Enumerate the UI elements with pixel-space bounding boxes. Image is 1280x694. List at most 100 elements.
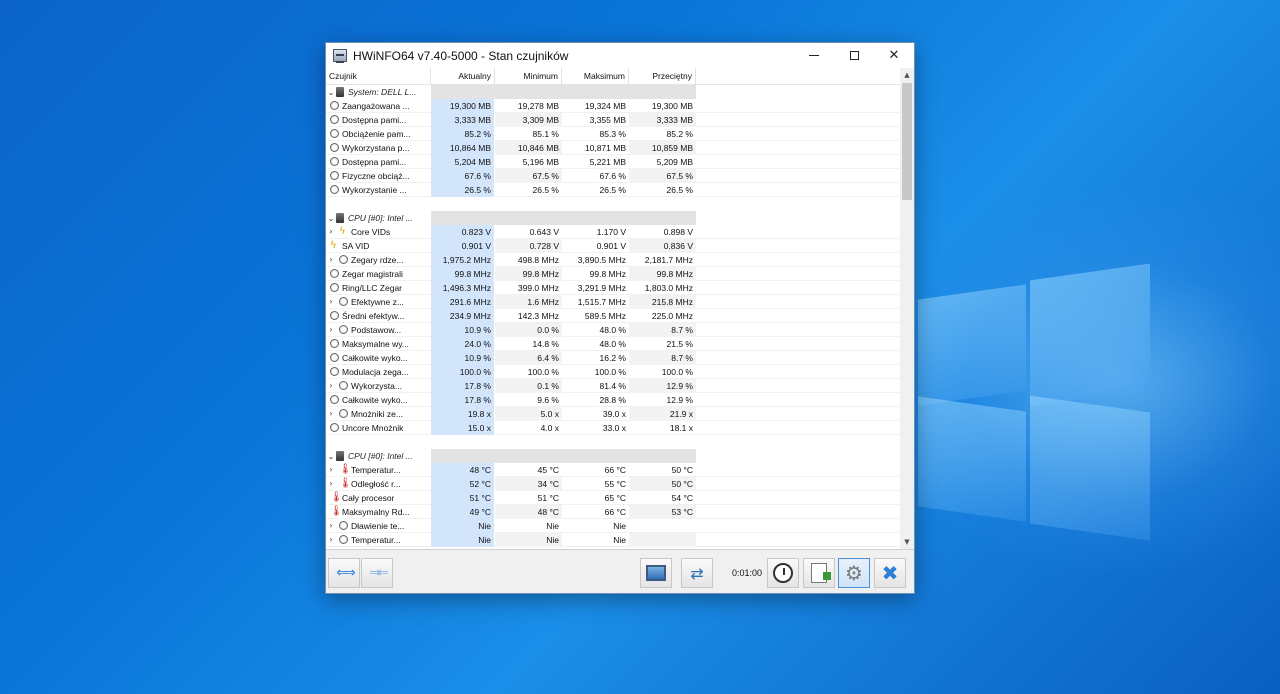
sensor-row[interactable]: 🌡 Cały procesor 51 °C 51 °C 65 °C 54 °C [326, 490, 914, 505]
sensor-row[interactable]: Wykorzystana p... 10,864 MB 10,846 MB 10,87… [326, 140, 914, 155]
scroll-up-icon[interactable]: ▲ [900, 68, 914, 82]
network-button[interactable]: ⇄ [681, 558, 713, 588]
chevron-right-icon[interactable]: › [326, 381, 336, 390]
chevron-right-icon[interactable]: › [326, 465, 336, 474]
average-value: 2,181.7 MHz [644, 254, 693, 265]
sensor-row[interactable]: Uncore Mnożnik 15.0 x 4.0 x 33.0 x 18.1 x [326, 420, 914, 435]
settings-button[interactable]: ⚙ [838, 558, 870, 588]
column-header-average[interactable]: Przeciętny [629, 68, 696, 85]
chevron-right-icon[interactable]: › [326, 535, 336, 544]
minimum-value: 4.0 x [540, 422, 559, 433]
close-sensors-button[interactable]: ✖ [874, 558, 906, 588]
sensor-row[interactable]: Dostępna pami... 5,204 MB 5,196 MB 5,221 MB… [326, 154, 914, 169]
sensor-row[interactable]: › Wykorzysta... 17.8 % 0.1 % 81.4 % 12.9 % [326, 378, 914, 393]
current-value: 100.0 % [431, 364, 495, 379]
sensor-row[interactable]: › 🌡 Temperatur... 48 °C 45 °C 66 °C 50 °C [326, 462, 914, 477]
sensor-row[interactable]: Całkowite wyko... 17.8 % 9.6 % 28.8 % 12.9 % [326, 392, 914, 407]
chevron-right-icon[interactable]: › [326, 227, 336, 236]
sensor-row[interactable]: Fizyczne obciąż... 67.6 % 67.5 % 67.6 % 67.5… [326, 168, 914, 183]
chevron-right-icon[interactable]: › [326, 521, 336, 530]
sensor-label: Fizyczne obciąż... [342, 170, 410, 181]
sensor-row[interactable]: Średni efektyw... 234.9 MHz 142.3 MHz 589.5… [326, 308, 914, 323]
chevron-right-icon[interactable]: › [326, 297, 336, 306]
bolt-icon: ϟ [330, 239, 337, 251]
average-value: 8.7 % [629, 350, 696, 365]
minimum-value: 99.8 MHz [495, 266, 562, 281]
bottom-toolbar: ⇐⇒ ⇒⇐ ⇄ 0:01:00 ⚙ ✖ [326, 549, 914, 593]
sensor-label: SA VID [342, 240, 370, 251]
maximize-icon [849, 51, 859, 60]
chevron-down-icon[interactable]: ⌄ [326, 214, 336, 223]
sensor-row[interactable]: › Temperatur... Nie Nie Nie [326, 532, 914, 547]
sensor-group-header[interactable]: ⌄ System: DELL L... [326, 85, 914, 99]
sensor-row[interactable]: ϟ SA VID 0.901 V 0.728 V 0.901 V 0.836 V [326, 238, 914, 253]
settings-gear-icon: ⚙ [845, 561, 863, 585]
chevron-right-icon[interactable]: › [326, 325, 336, 334]
monitor-button[interactable] [640, 558, 672, 588]
chevron-right-icon[interactable]: › [326, 479, 336, 488]
sensor-row[interactable]: Maksymalne wy... 24.0 % 14.8 % 48.0 % 21.5 % [326, 336, 914, 351]
sensor-name-cell: Wykorzystanie ... [326, 183, 431, 197]
minimum-value: 0.0 % [495, 322, 562, 337]
chip-icon [336, 87, 344, 97]
sensor-row[interactable]: › ϟ Core VIDs 0.823 V 0.643 V 1.170 V 0.898 V [326, 224, 914, 239]
scroll-down-icon[interactable]: ▼ [900, 535, 914, 549]
sensor-row[interactable]: › 🌡 Odległość r... 52 °C 34 °C 55 °C 50 °C [326, 476, 914, 491]
sensor-row[interactable]: 🌡 Maksymalny Rd... 49 °C 48 °C 66 °C 53 °C [326, 504, 914, 519]
column-header-minimum[interactable]: Minimum [495, 68, 562, 85]
current-value: 85.2 % [431, 126, 495, 141]
sensor-row[interactable]: › Zegary rdze... 1,975.2 MHz 498.8 MHz 3,890… [326, 252, 914, 267]
minimize-button[interactable] [794, 43, 834, 68]
sensor-name-cell: Zaangażowana ... [326, 99, 431, 113]
sensor-row[interactable]: Ring/LLC Zegar 1,496.3 MHz 399.0 MHz 3,291.… [326, 280, 914, 295]
sensor-row[interactable]: › Mnożniki ze... 19.8 x 5.0 x 39.0 x 21.9 x [326, 406, 914, 421]
scrollbar-thumb[interactable] [902, 83, 912, 200]
current-value: Nie [431, 518, 495, 533]
maximum-value: 26.5 % [599, 184, 626, 195]
sensor-row[interactable]: Zaangażowana ... 19,300 MB 19,278 MB 19,324… [326, 98, 914, 113]
chevron-down-icon[interactable]: ⌄ [326, 88, 336, 97]
sensor-name-cell: Maksymalne wy... [326, 337, 431, 351]
group-header-bar [431, 85, 696, 99]
sensor-row[interactable]: › Podstawow... 10.9 % 0.0 % 48.0 % 8.7 % [326, 322, 914, 337]
nav-arrows-button[interactable]: ⇐⇒ [328, 558, 360, 588]
sensor-group-header[interactable]: ⌄ CPU [#0]: Intel ... [326, 211, 914, 225]
thermometer-icon: 🌡 [330, 491, 343, 503]
sensor-label: Zegar magistrali [342, 268, 403, 279]
sensor-row[interactable]: › Efektywne z... 291.6 MHz 1.6 MHz 1,515.7 M… [326, 294, 914, 309]
group-header-bar [431, 449, 696, 463]
sensor-name-cell: Zegar magistrali [326, 267, 431, 281]
sensor-row[interactable]: Zegar magistrali 99.8 MHz 99.8 MHz 99.8 MHz… [326, 266, 914, 281]
title-bar[interactable]: HWiNFO64 v7.40-5000 - Stan czujników ✕ [326, 43, 914, 68]
sensor-group-header[interactable]: ⌄ CPU [#0]: Intel ... [326, 449, 914, 463]
sensor-row[interactable]: Wykorzystanie ... 26.5 % 26.5 % 26.5 % 26.5 … [326, 182, 914, 197]
sensor-table: Czujnik Aktualny Minimum Maksimum Przeci… [326, 68, 914, 549]
report-icon [811, 563, 831, 583]
chevron-right-icon[interactable]: › [326, 409, 336, 418]
sensor-row[interactable]: Obciążenie pam... 85.2 % 85.1 % 85.3 % 85.2 … [326, 126, 914, 141]
column-header-maximum[interactable]: Maksimum [562, 68, 629, 85]
vertical-scrollbar[interactable]: ▲ ▼ [900, 68, 914, 549]
clock-button[interactable] [767, 558, 799, 588]
chip-icon [336, 451, 344, 461]
sensor-row[interactable]: Dostępna pami... 3,333 MB 3,309 MB 3,355 MB… [326, 112, 914, 127]
sensor-row[interactable]: Modulacja zega... 100.0 % 100.0 % 100.0 % 10… [326, 364, 914, 379]
report-button[interactable] [803, 558, 835, 588]
current-value: 3,333 MB [431, 112, 495, 127]
average-value: 26.5 % [666, 184, 693, 195]
column-header-current[interactable]: Aktualny [431, 68, 495, 85]
chevron-down-icon[interactable]: ⌄ [326, 452, 336, 461]
group-title: System: DELL L... [348, 87, 417, 97]
chip-icon [336, 213, 344, 223]
close-button[interactable]: ✕ [874, 43, 914, 68]
sensor-row[interactable]: Całkowite wyko... 10.9 % 6.4 % 16.2 % 8.7 % [326, 350, 914, 365]
average-value: 12.9 % [666, 394, 693, 405]
gauge-icon [339, 297, 348, 306]
column-header-sensor[interactable]: Czujnik [326, 68, 431, 85]
average-value: 10,859 MB [629, 140, 696, 155]
maximize-button[interactable] [834, 43, 874, 68]
chevron-right-icon[interactable]: › [326, 255, 336, 264]
sensor-row[interactable]: › Dławienie te... Nie Nie Nie [326, 518, 914, 533]
collapse-arrows-button[interactable]: ⇒⇐ [361, 558, 393, 588]
maximum-value: 1,515.7 MHz [577, 296, 626, 307]
